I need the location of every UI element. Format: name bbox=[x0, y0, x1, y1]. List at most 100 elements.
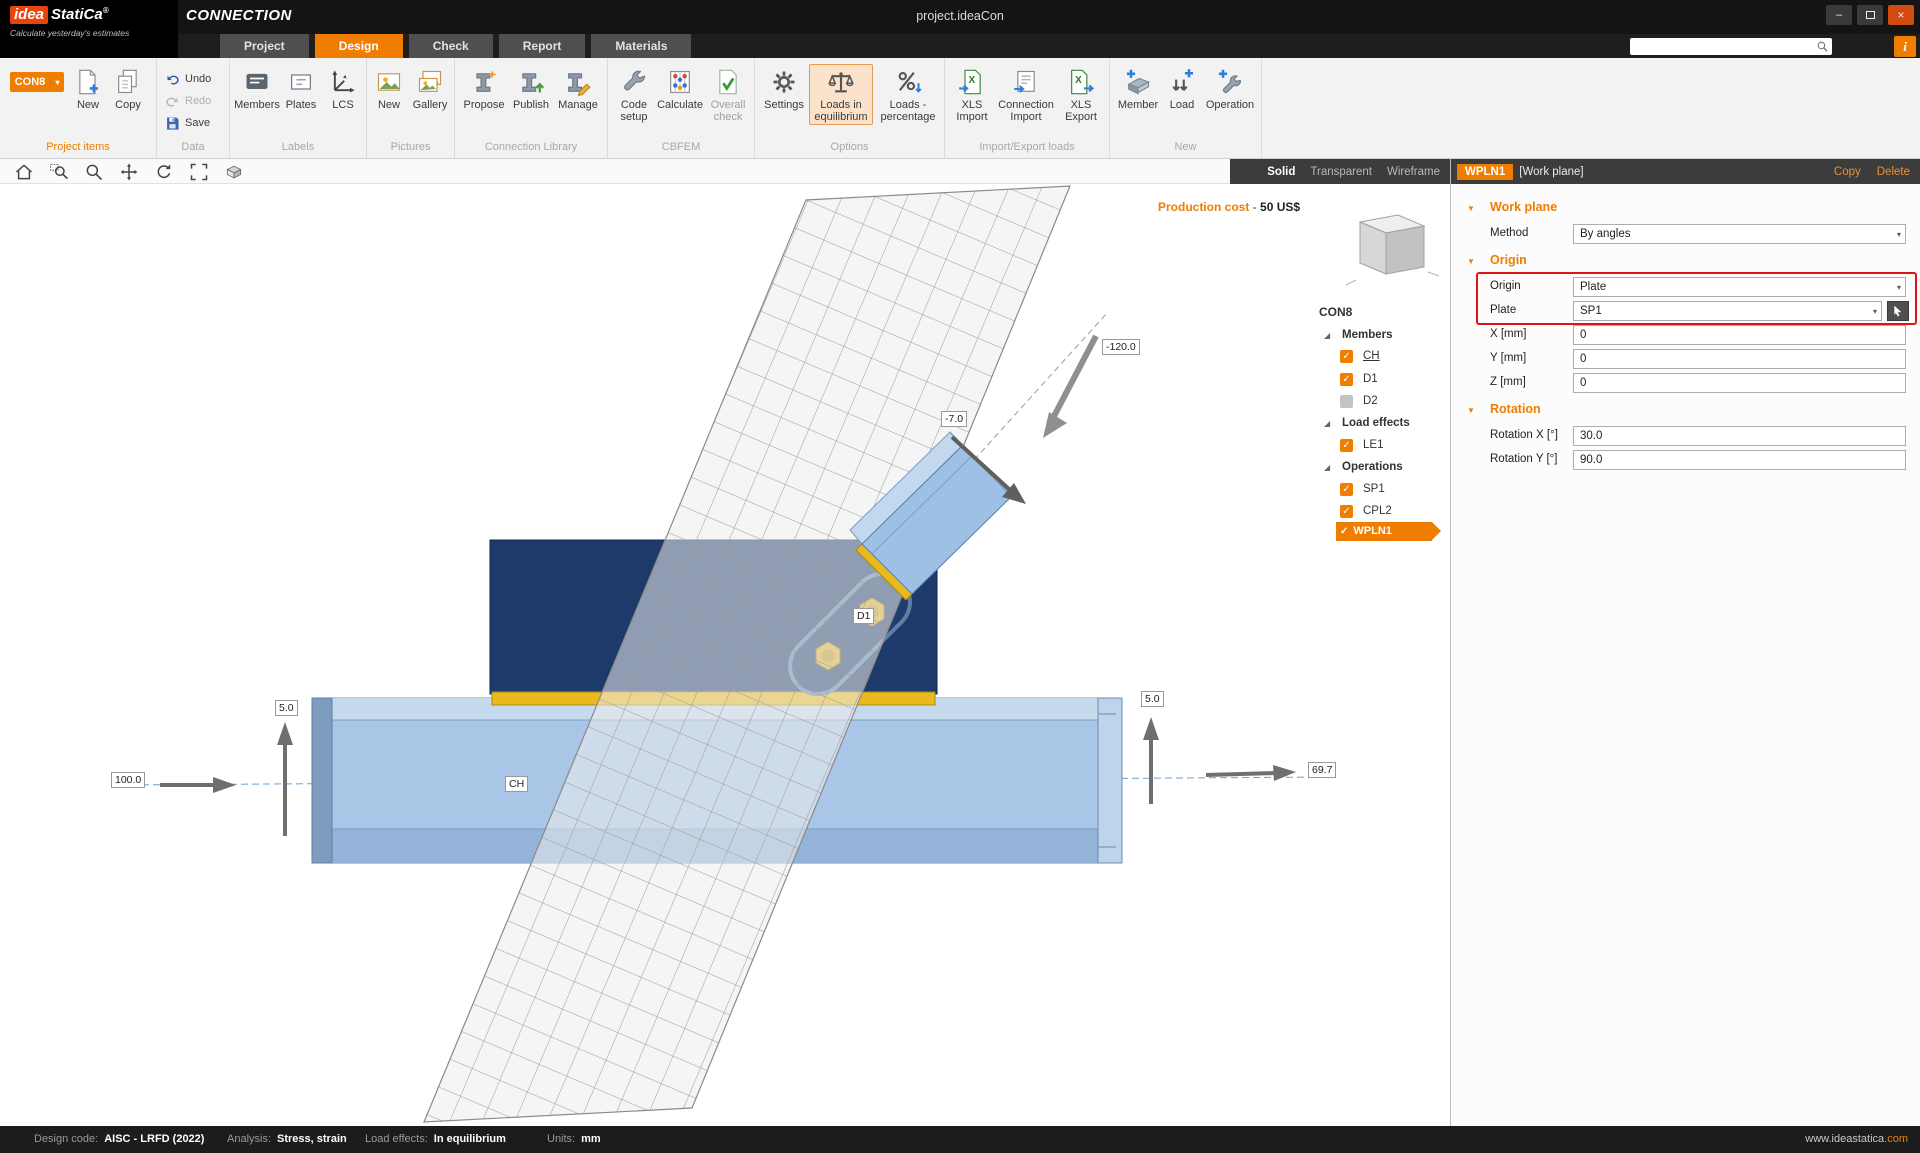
checkbox-checked[interactable]: ✓ bbox=[1340, 483, 1353, 496]
info-button[interactable]: i bbox=[1894, 36, 1916, 57]
manage-button[interactable]: Manage bbox=[555, 64, 601, 112]
plate-dropdown[interactable]: SP1▾ bbox=[1573, 301, 1882, 321]
connection-import-button[interactable]: Connection Import bbox=[995, 64, 1057, 125]
y-input[interactable]: 0 bbox=[1573, 349, 1906, 369]
chevron-down-icon[interactable]: ▾ bbox=[50, 78, 64, 87]
calculate-button[interactable]: Calculate bbox=[657, 64, 703, 112]
load-value-label[interactable]: -7.0 bbox=[941, 411, 967, 427]
tab-report[interactable]: Report bbox=[499, 34, 586, 58]
expander-icon[interactable]: ◢ bbox=[1324, 457, 1330, 477]
tree-item-cpl2[interactable]: ✓ CPL2 bbox=[1316, 501, 1450, 521]
tab-project[interactable]: Project bbox=[220, 34, 309, 58]
tree-item-wpln1-selected[interactable]: ✓WPLN1 bbox=[1316, 521, 1450, 541]
3d-model-canvas[interactable] bbox=[0, 184, 1450, 1126]
publish-button[interactable]: Publish bbox=[509, 64, 553, 112]
redo-button[interactable]: Redo bbox=[165, 92, 211, 110]
tree-item-sp1[interactable]: ✓ SP1 bbox=[1316, 479, 1450, 499]
zoom-icon[interactable] bbox=[84, 162, 104, 182]
copy-operation-button[interactable]: Copy bbox=[1834, 166, 1861, 178]
search-input[interactable] bbox=[1630, 40, 1816, 54]
navigation-cube[interactable] bbox=[1346, 215, 1439, 285]
section-rotation[interactable]: ▼ Rotation bbox=[1451, 402, 1920, 422]
new-operation-button[interactable]: Operation bbox=[1203, 64, 1257, 112]
rotate-view-icon[interactable] bbox=[154, 162, 174, 182]
maximize-button[interactable] bbox=[1857, 5, 1883, 25]
checkbox-checked[interactable]: ✓ bbox=[1340, 350, 1353, 363]
member-label-ch[interactable]: CH bbox=[505, 776, 528, 792]
collapse-triangle-icon[interactable]: ▼ bbox=[1467, 257, 1475, 266]
section-work-plane[interactable]: ▼ Work plane bbox=[1451, 200, 1920, 220]
render-mode-wireframe[interactable]: Wireframe bbox=[1387, 166, 1440, 178]
xls-import-button[interactable]: XLS Import bbox=[950, 64, 994, 125]
tree-section-load-effects[interactable]: ◢ Load effects bbox=[1316, 413, 1450, 433]
gallery-button[interactable]: Gallery bbox=[409, 64, 451, 112]
tree-item-le1[interactable]: ✓ LE1 bbox=[1316, 435, 1450, 455]
rotation-x-input[interactable]: 30.0 bbox=[1573, 426, 1906, 446]
overall-check-button[interactable]: Overall check bbox=[704, 64, 752, 125]
dim-value-label[interactable]: 5.0 bbox=[1141, 691, 1164, 707]
dim-value-label[interactable]: 5.0 bbox=[275, 700, 298, 716]
checkbox-checked[interactable]: ✓ bbox=[1340, 505, 1353, 518]
zoom-all-icon[interactable] bbox=[189, 162, 209, 182]
collapse-triangle-icon[interactable]: ▼ bbox=[1467, 406, 1475, 415]
propose-button[interactable]: Propose bbox=[461, 64, 507, 112]
delete-operation-button[interactable]: Delete bbox=[1877, 166, 1910, 178]
dim-value-label[interactable]: 69.7 bbox=[1308, 762, 1336, 778]
new-project-item-button[interactable]: New bbox=[68, 64, 108, 112]
minimize-button[interactable]: – bbox=[1826, 5, 1852, 25]
member-label-d1[interactable]: D1 bbox=[853, 608, 874, 624]
z-input[interactable]: 0 bbox=[1573, 373, 1906, 393]
xls-export-button[interactable]: XLS Export bbox=[1059, 64, 1103, 125]
search-box[interactable] bbox=[1630, 38, 1832, 55]
rotation-y-input[interactable]: 90.0 bbox=[1573, 450, 1906, 470]
method-dropdown[interactable]: By angles▾ bbox=[1573, 224, 1906, 244]
expander-icon[interactable]: ◢ bbox=[1324, 413, 1330, 433]
copy-project-item-button[interactable]: Copy bbox=[108, 64, 148, 112]
search-icon[interactable] bbox=[1816, 40, 1829, 53]
loads-percentage-button[interactable]: Loads - percentage bbox=[876, 64, 940, 125]
3d-scene[interactable]: Production cost - 50 US$ -120.0 -7.0 5.0… bbox=[0, 184, 1450, 1126]
checkbox-checked[interactable]: ✓ bbox=[1340, 439, 1353, 452]
clipping-box-icon[interactable] bbox=[224, 162, 244, 182]
settings-button[interactable]: Settings bbox=[761, 64, 807, 112]
checkbox-checked[interactable]: ✓ bbox=[1340, 373, 1353, 386]
tree-item-ch[interactable]: ✓ CH bbox=[1316, 346, 1450, 366]
lcs-labels-button[interactable]: LCS bbox=[324, 64, 362, 112]
checkbox-unchecked[interactable] bbox=[1340, 395, 1353, 408]
zoom-window-icon[interactable] bbox=[49, 162, 69, 182]
load-value-label[interactable]: -120.0 bbox=[1102, 339, 1140, 355]
save-button[interactable]: Save bbox=[165, 114, 210, 132]
code-setup-button[interactable]: Code setup bbox=[612, 64, 656, 125]
pan-icon[interactable] bbox=[119, 162, 139, 182]
pick-plate-button[interactable] bbox=[1887, 301, 1909, 321]
home-view-icon[interactable] bbox=[14, 162, 34, 182]
tab-materials[interactable]: Materials bbox=[591, 34, 691, 58]
dim-arrow[interactable] bbox=[277, 722, 293, 836]
load-arrow[interactable] bbox=[1043, 336, 1096, 438]
close-button[interactable]: × bbox=[1888, 5, 1914, 25]
new-picture-button[interactable]: New bbox=[370, 64, 408, 112]
origin-dropdown[interactable]: Plate▾ bbox=[1573, 277, 1906, 297]
dim-value-label[interactable]: 100.0 bbox=[111, 772, 145, 788]
expander-icon[interactable]: ◢ bbox=[1324, 325, 1330, 345]
members-labels-button[interactable]: Members bbox=[234, 64, 280, 112]
tab-check[interactable]: Check bbox=[409, 34, 493, 58]
undo-button[interactable]: Undo bbox=[165, 70, 211, 88]
dim-arrow[interactable] bbox=[1143, 717, 1159, 804]
connection-selector[interactable]: CON8▾ bbox=[10, 72, 64, 92]
website-link[interactable]: www.ideastatica.com bbox=[1805, 1133, 1908, 1145]
tree-section-operations[interactable]: ◢ Operations bbox=[1316, 457, 1450, 477]
tree-section-members[interactable]: ◢ Members bbox=[1316, 325, 1450, 345]
loads-in-equilibrium-toggle[interactable]: Loads in equilibrium bbox=[809, 64, 873, 125]
plates-labels-button[interactable]: Plates bbox=[280, 64, 322, 112]
tree-item-d1[interactable]: ✓ D1 bbox=[1316, 369, 1450, 389]
tree-root-con8[interactable]: CON8 bbox=[1319, 302, 1352, 322]
dim-arrow[interactable] bbox=[1206, 765, 1296, 781]
tab-design[interactable]: Design bbox=[315, 34, 403, 58]
dim-arrow[interactable] bbox=[160, 777, 236, 793]
render-mode-solid[interactable]: Solid bbox=[1267, 166, 1295, 178]
render-mode-transparent[interactable]: Transparent bbox=[1310, 166, 1372, 178]
section-origin[interactable]: ▼ Origin bbox=[1451, 253, 1920, 273]
collapse-triangle-icon[interactable]: ▼ bbox=[1467, 204, 1475, 213]
x-input[interactable]: 0 bbox=[1573, 325, 1906, 345]
